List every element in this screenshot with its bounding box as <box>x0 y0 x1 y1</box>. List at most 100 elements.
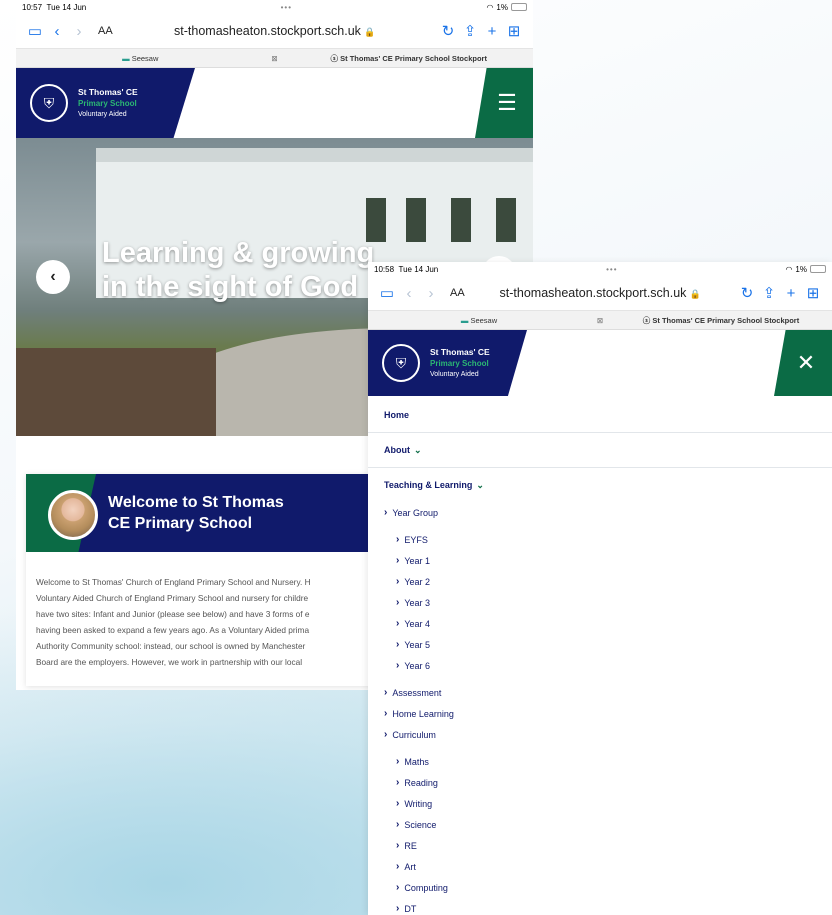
wifi-icon: ◠ <box>785 264 793 274</box>
tab-seesaw-label: Seesaw <box>470 315 498 325</box>
status-time: 10:58 <box>374 264 395 274</box>
nav-subject-reading[interactable]: › Reading <box>368 772 832 793</box>
chevron-right-icon: › <box>384 687 388 698</box>
sidebar-icon[interactable]: ▭ <box>376 284 398 302</box>
school-logo[interactable]: ⛨ St Thomas' CE Primary School Voluntary… <box>368 330 527 396</box>
chevron-right-icon: › <box>396 576 400 587</box>
chevron-right-icon: › <box>396 777 400 788</box>
chevron-right-icon: › <box>396 756 400 767</box>
tabs-overview-icon[interactable]: ⊞ <box>503 22 525 40</box>
address-bar[interactable]: st-thomasheaton.stockport.sch.uk 🔒 <box>113 24 437 38</box>
nav-subject-re[interactable]: › RE <box>368 835 832 856</box>
nav-year-2[interactable]: › Year 2 <box>368 571 832 592</box>
nav-about[interactable]: About ⌄ <box>368 433 832 468</box>
nav-subject-art[interactable]: › Art <box>368 856 832 877</box>
chevron-right-icon: › <box>384 729 388 740</box>
browser-toolbar: ▭ ‹ › AA st-thomasheaton.stockport.sch.u… <box>16 14 533 48</box>
tab-seesaw[interactable]: ▬ Seesaw <box>16 54 265 63</box>
school-crest-icon: ⛨ <box>30 84 68 122</box>
nav-year-eyfs[interactable]: › EYFS <box>368 529 832 550</box>
tab-close-icon[interactable]: ⊠ <box>265 54 285 63</box>
brand-tagline: Voluntary Aided <box>78 110 127 118</box>
brand-tagline: Voluntary Aided <box>430 370 479 378</box>
new-tab-icon[interactable]: + <box>481 23 503 40</box>
battery-percent: 1% <box>795 264 807 274</box>
url-text: st-thomasheaton.stockport.sch.uk <box>174 24 361 38</box>
battery-icon <box>510 3 527 11</box>
nav-menu: Home About ⌄ Teaching & Learning ⌄ › Year G… <box>368 398 832 915</box>
nav-year-group[interactable]: › Year Group <box>368 502 832 523</box>
chevron-right-icon: › <box>396 639 400 650</box>
chevron-right-icon: › <box>396 597 400 608</box>
nav-subject-computing[interactable]: › Computing <box>368 877 832 898</box>
nav-year-1[interactable]: › Year 1 <box>368 550 832 571</box>
back-icon[interactable]: ‹ <box>46 23 68 40</box>
nav-year-4[interactable]: › Year 4 <box>368 613 832 634</box>
tab-strip: ▬ Seesaw ⊠ ⓢ St Thomas' CE Primary Schoo… <box>368 310 832 330</box>
seesaw-favicon-icon: ▬ <box>122 53 130 63</box>
nav-subject-dt[interactable]: › DT <box>368 898 832 915</box>
welcome-card: Welcome to St Thomas CE Primary School W… <box>26 474 426 686</box>
nav-subject-science[interactable]: › Science <box>368 814 832 835</box>
seesaw-favicon-icon: ▬ <box>460 315 469 325</box>
tab-school[interactable]: ⓢ St Thomas' CE Primary School Stockport <box>610 315 832 326</box>
multitask-dots-icon[interactable]: ••• <box>606 265 617 274</box>
chevron-right-icon: › <box>396 861 400 872</box>
forward-icon[interactable]: › <box>420 285 442 302</box>
chevron-right-icon: › <box>396 882 400 893</box>
welcome-header: Welcome to St Thomas CE Primary School <box>26 474 426 552</box>
nav-year-5[interactable]: › Year 5 <box>368 634 832 655</box>
reader-aa-button[interactable]: AA <box>450 287 465 299</box>
share-icon[interactable]: ⇪ <box>758 284 780 302</box>
chevron-right-icon: › <box>396 903 400 914</box>
reload-icon[interactable]: ↻ <box>736 284 758 302</box>
chevron-down-icon: ⌄ <box>476 479 484 490</box>
close-menu-icon[interactable]: ✕ <box>774 330 832 396</box>
nav-assessment[interactable]: › Assessment <box>368 682 832 703</box>
chevron-down-icon: ⌄ <box>414 444 422 455</box>
url-text: st-thomasheaton.stockport.sch.uk <box>499 286 687 300</box>
headteacher-avatar <box>48 490 98 540</box>
nav-home-learning[interactable]: › Home Learning <box>368 703 832 724</box>
status-bar: 10:57 Tue 14 Jun ••• ◠ 1% <box>16 0 533 14</box>
nav-curriculum[interactable]: › Curriculum <box>368 724 832 745</box>
brand-subtitle: Primary School <box>78 98 137 108</box>
school-favicon-icon: ⓢ <box>642 315 651 325</box>
nav-subject-maths[interactable]: › Maths <box>368 751 832 772</box>
reload-icon[interactable]: ↻ <box>437 22 459 40</box>
nav-year-3[interactable]: › Year 3 <box>368 592 832 613</box>
multitask-dots-icon[interactable]: ••• <box>281 3 292 12</box>
chevron-right-icon: › <box>384 507 388 518</box>
chevron-right-icon: › <box>396 660 400 671</box>
brand-subtitle: Primary School <box>430 358 489 368</box>
chevron-right-icon: › <box>396 618 400 629</box>
nav-year-6[interactable]: › Year 6 <box>368 655 832 676</box>
nav-teaching-learning[interactable]: Teaching & Learning ⌄ <box>368 468 832 502</box>
address-bar[interactable]: st-thomasheaton.stockport.sch.uk 🔒 <box>465 286 736 300</box>
nav-home[interactable]: Home <box>368 398 832 433</box>
back-icon[interactable]: ‹ <box>398 285 420 302</box>
new-tab-icon[interactable]: + <box>780 285 802 302</box>
tab-seesaw[interactable]: ▬ Seesaw <box>368 316 590 325</box>
lock-icon: 🔒 <box>689 289 702 299</box>
tab-strip: ▬ Seesaw ⊠ ⓢ St Thomas' CE Primary Schoo… <box>16 48 533 68</box>
tabs-overview-icon[interactable]: ⊞ <box>802 284 824 302</box>
chevron-right-icon: › <box>396 819 400 830</box>
status-bar: 10:58 Tue 14 Jun ••• ◠ 1% <box>368 262 832 276</box>
sidebar-icon[interactable]: ▭ <box>24 22 46 40</box>
tab-close-icon[interactable]: ⊠ <box>590 316 610 325</box>
share-icon[interactable]: ⇪ <box>459 22 481 40</box>
battery-icon <box>809 265 826 273</box>
welcome-text: Welcome to St Thomas' Church of England … <box>36 577 311 667</box>
wifi-icon: ◠ <box>486 2 494 12</box>
school-logo[interactable]: ⛨ St Thomas' CE Primary School Voluntary… <box>16 68 195 138</box>
reader-aa-button[interactable]: AA <box>98 25 113 37</box>
carousel-prev-button[interactable]: ‹ <box>36 260 70 294</box>
hamburger-menu-icon[interactable]: ☰ <box>475 68 533 138</box>
nav-subject-writing[interactable]: › Writing <box>368 793 832 814</box>
status-date: Tue 14 Jun <box>46 2 87 12</box>
school-crest-icon: ⛨ <box>382 344 420 382</box>
chevron-right-icon: › <box>396 534 400 545</box>
forward-icon[interactable]: › <box>68 23 90 40</box>
tab-school[interactable]: ⓢ St Thomas' CE Primary School Stockport <box>285 53 534 64</box>
